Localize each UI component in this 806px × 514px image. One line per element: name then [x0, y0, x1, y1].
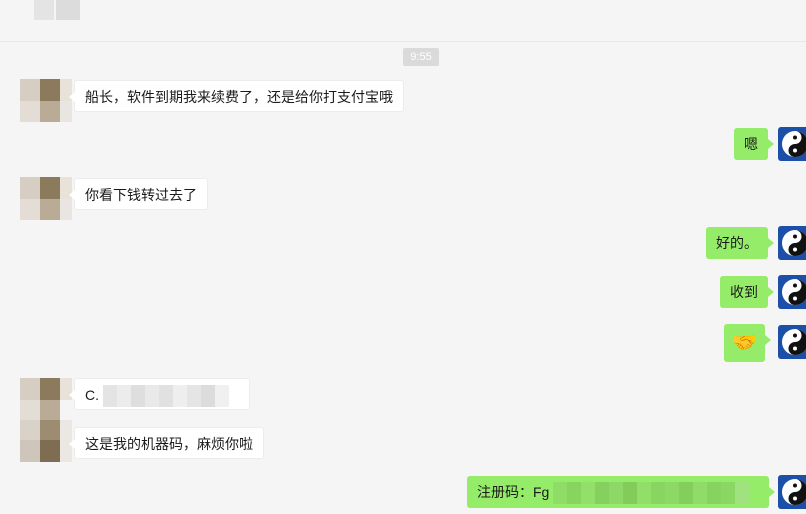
- redacted-text: [553, 482, 750, 505]
- message-text: 船长，软件到期我来续费了，还是给你打支付宝哦: [85, 89, 393, 105]
- previous-message-blurred: [20, 0, 80, 20]
- yin-yang-icon: [782, 230, 806, 256]
- my-avatar[interactable]: [778, 475, 806, 509]
- yin-yang-icon: [782, 329, 806, 355]
- yin-yang-icon: [782, 131, 806, 157]
- message-text: 你看下钱转过去了: [85, 187, 197, 203]
- message-bubble-outgoing[interactable]: 收到: [720, 276, 774, 308]
- message-text: 嗯: [744, 136, 758, 152]
- message-text: C.: [85, 387, 99, 403]
- message-text: 注册码：Fg: [477, 484, 550, 500]
- my-avatar[interactable]: [778, 226, 806, 260]
- contact-avatar[interactable]: [20, 79, 72, 122]
- message-text: 好的。: [716, 235, 758, 251]
- message-text: 收到: [730, 284, 758, 300]
- yin-yang-icon: [782, 479, 806, 505]
- my-avatar[interactable]: [778, 275, 806, 309]
- handshake-emoji-icon: 🤝: [732, 332, 757, 354]
- yin-yang-icon: [782, 279, 806, 305]
- chat-divider: [0, 41, 806, 42]
- redacted-text: [102, 385, 229, 408]
- my-avatar[interactable]: [778, 325, 806, 359]
- message-bubble-incoming[interactable]: 你看下钱转过去了: [69, 178, 208, 210]
- message-bubble-outgoing[interactable]: 嗯: [734, 128, 774, 160]
- my-avatar[interactable]: [778, 127, 806, 161]
- message-bubble-outgoing[interactable]: 🤝: [724, 324, 771, 362]
- message-bubble-incoming[interactable]: 这是我的机器码，麻烦你啦: [69, 427, 264, 459]
- message-bubble-incoming[interactable]: C.: [69, 378, 250, 410]
- contact-avatar[interactable]: [20, 177, 72, 220]
- message-text: 这是我的机器码，麻烦你啦: [85, 436, 253, 452]
- message-bubble-incoming[interactable]: 船长，软件到期我来续费了，还是给你打支付宝哦: [69, 80, 404, 112]
- message-bubble-outgoing[interactable]: 注册码：Fg: [467, 476, 775, 508]
- message-bubble-outgoing[interactable]: 好的。: [706, 227, 774, 259]
- message-timestamp: 9:55: [403, 48, 439, 66]
- contact-avatar[interactable]: [20, 378, 72, 462]
